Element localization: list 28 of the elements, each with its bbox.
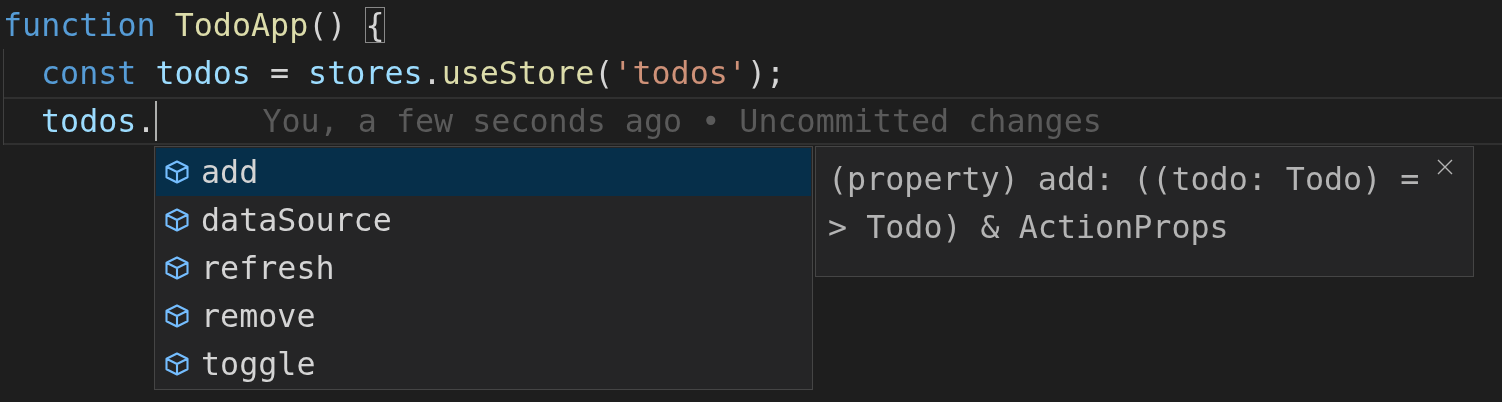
variable-token: stores [308,55,423,91]
punctuation-token: . [136,103,156,139]
punctuation-token: () [308,7,348,43]
function-name-token: useStore [441,55,595,91]
cube-icon [163,158,191,186]
blame-annotation: You, a few seconds ago • Uncommitted changes [262,103,1102,139]
suggestion-item[interactable]: remove [156,292,811,340]
suggestion-item[interactable]: refresh [156,244,811,292]
punctuation-token: = [269,55,290,91]
variable-token: todos [155,55,252,91]
cube-icon [163,206,191,234]
cube-icon [163,254,191,282]
suggestion-item[interactable]: dataSource [156,196,811,244]
function-name-token: TodoApp [174,7,309,43]
matched-bracket: { [365,7,385,43]
type-signature: (property) add: ((todo: Todo) => Todo) & ActionProps [828,160,1420,247]
suggestion-item[interactable]: toggle [156,340,811,388]
keyword-token: function [3,7,157,43]
keyword-token: const [41,55,138,91]
punctuation-token: ( [594,55,614,91]
close-icon[interactable] [1437,159,1453,175]
cube-icon [163,350,191,378]
punctuation-token: . [422,55,442,91]
string-token: 'todos' [613,55,747,91]
cube-icon [163,302,191,330]
punctuation-token: ); [746,55,786,91]
suggestion-item[interactable]: add [156,148,811,196]
variable-token: todos [41,103,137,139]
